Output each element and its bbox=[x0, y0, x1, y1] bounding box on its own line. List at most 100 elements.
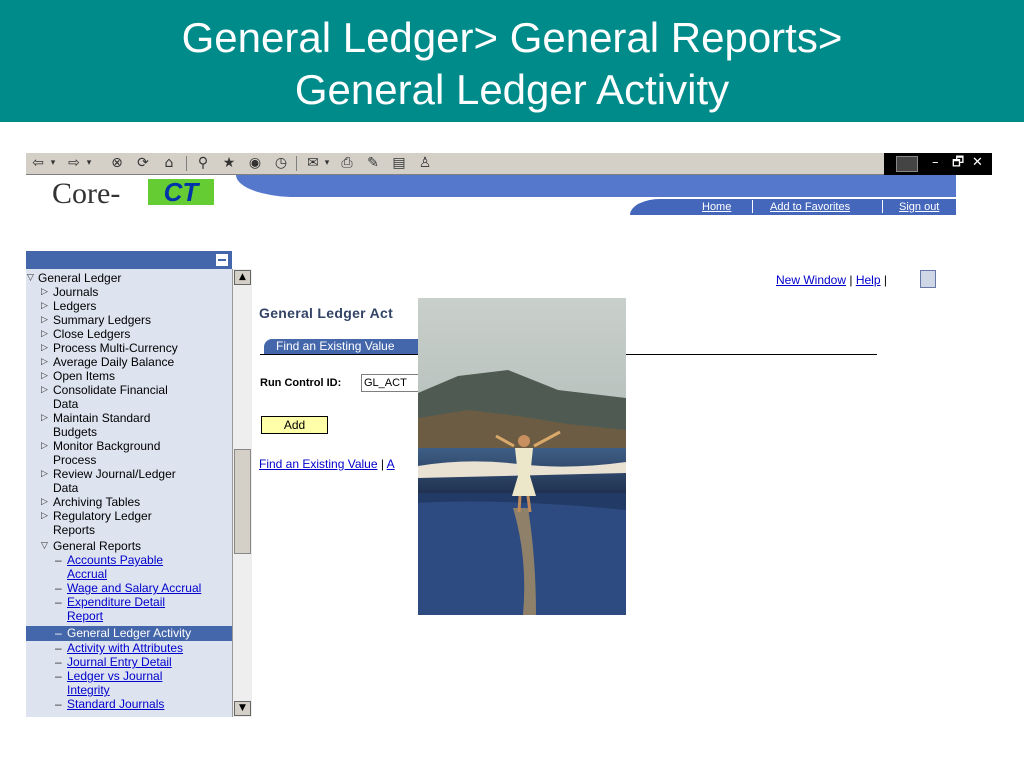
menu-item-review-journal-ledger-cont[interactable]: Data bbox=[53, 481, 78, 495]
restore-icon[interactable]: 🗗 bbox=[952, 155, 964, 171]
toolbar-separator bbox=[186, 156, 187, 171]
utility-links: New Window | Help | bbox=[776, 273, 887, 287]
menu-link-wage-and-salary-accrual[interactable]: Wage and Salary Accrual bbox=[67, 581, 201, 595]
menu-item-journals[interactable]: Journals bbox=[53, 285, 98, 299]
toolbar-separator bbox=[296, 156, 297, 171]
add-new-value-link[interactable]: A bbox=[387, 457, 395, 471]
tab-find-existing-value[interactable]: Find an Existing Value bbox=[264, 339, 434, 354]
back-dropdown-icon[interactable]: ▾ bbox=[48, 155, 58, 172]
menu-link-ledger-vs-journal-cont[interactable]: Integrity bbox=[67, 683, 110, 697]
leaf-dash-icon: – bbox=[55, 581, 62, 595]
forward-icon[interactable]: ⇨ bbox=[66, 155, 82, 172]
menu-link-expenditure-detail[interactable]: Expenditure Detail bbox=[67, 595, 165, 609]
stop-icon[interactable]: ⊗ bbox=[108, 155, 126, 172]
favorites-icon[interactable]: ★ bbox=[220, 155, 238, 172]
menu-item-review-journal-ledger[interactable]: Review Journal/Ledger bbox=[53, 467, 176, 481]
expanded-icon[interactable]: ▽ bbox=[41, 539, 48, 553]
menu-item-consolidate-financial-cont[interactable]: Data bbox=[53, 397, 78, 411]
collapsed-icon[interactable]: ▷ bbox=[41, 299, 48, 313]
sign-out-link[interactable]: Sign out bbox=[899, 201, 939, 213]
menu-item-regulatory-ledger-cont[interactable]: Reports bbox=[53, 523, 95, 537]
menu-item-general-ledger-activity-selected[interactable]: General Ledger Activity bbox=[67, 626, 191, 640]
menu-link-accounts-payable-accrual-cont[interactable]: Accrual bbox=[67, 567, 107, 581]
menu-item-summary-ledgers[interactable]: Summary Ledgers bbox=[53, 313, 151, 327]
menu-item-close-ledgers[interactable]: Close Ledgers bbox=[53, 327, 130, 341]
menu-link-ledger-vs-journal[interactable]: Ledger vs Journal bbox=[67, 669, 162, 683]
leaf-dash-icon: – bbox=[55, 626, 62, 640]
beach-photo-graphic bbox=[418, 298, 626, 615]
print-icon[interactable]: ⎙ bbox=[338, 155, 356, 172]
menu-link-journal-entry-detail[interactable]: Journal Entry Detail bbox=[67, 655, 172, 669]
find-existing-value-link[interactable]: Find an Existing Value bbox=[259, 457, 378, 471]
forward-dropdown-icon[interactable]: ▾ bbox=[84, 155, 94, 172]
search-icon[interactable]: ⚲ bbox=[194, 155, 212, 172]
collapsed-icon[interactable]: ▷ bbox=[41, 313, 48, 327]
run-control-label: Run Control ID: bbox=[260, 377, 342, 389]
menu-link-standard-journals[interactable]: Standard Journals bbox=[67, 697, 164, 711]
collapsed-icon[interactable]: ▷ bbox=[41, 341, 48, 355]
collapse-menu-icon[interactable] bbox=[216, 254, 228, 266]
app-banner: Core- CT Home Add to Favorites Sign out bbox=[26, 175, 956, 215]
slide-header: General Ledger> General Reports> General… bbox=[0, 0, 1024, 122]
menu-link-expenditure-detail-cont[interactable]: Report bbox=[67, 609, 103, 623]
leaf-dash-icon: – bbox=[55, 553, 62, 567]
menu-item-ledgers[interactable]: Ledgers bbox=[53, 299, 96, 313]
menu-link-activity-with-attributes[interactable]: Activity with Attributes bbox=[67, 641, 183, 655]
collapsed-icon[interactable]: ▷ bbox=[41, 369, 48, 383]
slide-title-line2: General Ledger Activity bbox=[294, 66, 730, 113]
refresh-icon[interactable]: ⟳ bbox=[134, 155, 152, 172]
collapsed-icon[interactable]: ▷ bbox=[41, 467, 48, 481]
scroll-thumb[interactable] bbox=[234, 449, 251, 554]
collapsed-icon[interactable]: ▷ bbox=[41, 509, 48, 523]
leaf-dash-icon: – bbox=[55, 655, 62, 669]
menu-item-regulatory-ledger[interactable]: Regulatory Ledger bbox=[53, 509, 152, 523]
leaf-dash-icon: – bbox=[55, 595, 62, 609]
new-window-link[interactable]: New Window bbox=[776, 273, 846, 287]
collapsed-icon[interactable]: ▷ bbox=[41, 285, 48, 299]
collapsed-icon[interactable]: ▷ bbox=[41, 327, 48, 341]
menu-item-maintain-standard-cont[interactable]: Budgets bbox=[53, 425, 97, 439]
minimize-icon[interactable]: – bbox=[932, 155, 939, 171]
home-link[interactable]: Home bbox=[702, 201, 731, 213]
discuss-icon[interactable]: ▤ bbox=[390, 155, 408, 172]
mail-icon[interactable]: ✉ bbox=[304, 155, 322, 172]
collapsed-icon[interactable]: ▷ bbox=[41, 411, 48, 425]
menu-item-process-multi-currency[interactable]: Process Multi-Currency bbox=[53, 341, 178, 355]
collapsed-icon[interactable]: ▷ bbox=[41, 355, 48, 369]
menu-item-general-ledger[interactable]: General Ledger bbox=[38, 271, 121, 285]
menu-item-monitor-background[interactable]: Monitor Background bbox=[53, 439, 160, 453]
scroll-down-icon[interactable]: ▼ bbox=[234, 701, 251, 716]
menu-item-open-items[interactable]: Open Items bbox=[53, 369, 115, 383]
menu-scrollbar[interactable]: ▲ ▼ bbox=[232, 269, 252, 717]
leaf-dash-icon: – bbox=[55, 641, 62, 655]
slide-title-line1: General Ledger> General Reports> bbox=[181, 14, 843, 61]
menu-item-general-reports[interactable]: General Reports bbox=[53, 539, 141, 553]
home-icon[interactable]: ⌂ bbox=[160, 155, 178, 172]
menu-item-maintain-standard[interactable]: Maintain Standard bbox=[53, 411, 150, 425]
menu-item-consolidate-financial[interactable]: Consolidate Financial bbox=[53, 383, 168, 397]
menu-item-monitor-background-cont[interactable]: Process bbox=[53, 453, 96, 467]
menu-item-average-daily-balance[interactable]: Average Daily Balance bbox=[53, 355, 174, 369]
collapsed-icon[interactable]: ▷ bbox=[41, 383, 48, 397]
mail-dropdown-icon[interactable]: ▾ bbox=[322, 155, 332, 172]
close-icon[interactable]: ✕ bbox=[972, 155, 983, 171]
messenger-icon[interactable]: ♙ bbox=[416, 155, 434, 172]
http-help-icon[interactable] bbox=[920, 270, 936, 288]
media-icon[interactable]: ◉ bbox=[246, 155, 264, 172]
edit-icon[interactable]: ✎ bbox=[364, 155, 382, 172]
history-icon[interactable]: ◷ bbox=[272, 155, 290, 172]
beach-photo bbox=[418, 298, 626, 615]
help-link[interactable]: Help bbox=[856, 273, 881, 287]
scroll-up-icon[interactable]: ▲ bbox=[234, 270, 251, 285]
collapsed-icon[interactable]: ▷ bbox=[41, 495, 48, 509]
add-to-favorites-link[interactable]: Add to Favorites bbox=[770, 201, 850, 213]
page-title: General Ledger Act bbox=[259, 305, 394, 321]
leaf-dash-icon: – bbox=[55, 697, 62, 711]
menu-link-accounts-payable-accrual[interactable]: Accounts Payable bbox=[67, 553, 163, 567]
back-icon[interactable]: ⇦ bbox=[30, 155, 46, 172]
collapsed-icon[interactable]: ▷ bbox=[41, 439, 48, 453]
add-button[interactable]: Add bbox=[261, 416, 328, 434]
expanded-icon[interactable]: ▽ bbox=[27, 271, 34, 285]
menu-item-archiving-tables[interactable]: Archiving Tables bbox=[53, 495, 140, 509]
link-separator: | bbox=[883, 273, 887, 287]
